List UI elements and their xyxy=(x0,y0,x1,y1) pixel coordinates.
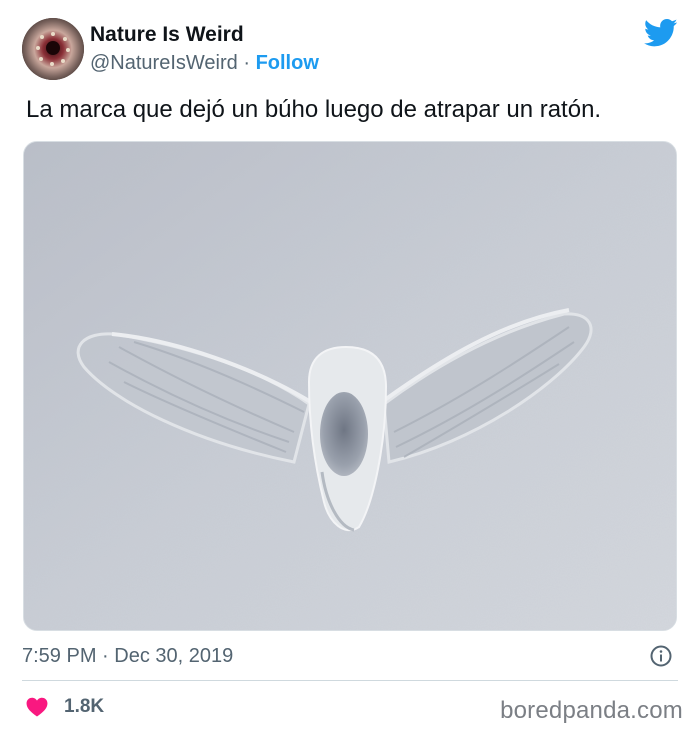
like-count: 1.8K xyxy=(64,696,105,717)
twitter-bird-icon[interactable] xyxy=(644,18,678,48)
divider xyxy=(22,680,678,681)
owl-wing-imprint-in-snow-photo-icon xyxy=(24,142,676,630)
info-icon[interactable] xyxy=(650,645,672,667)
like-action[interactable]: 1.8K xyxy=(26,695,104,719)
separator: · xyxy=(243,52,250,74)
tweet-header: Nature Is Weird @NatureIsWeird · Follow xyxy=(22,18,682,80)
avatar[interactable] xyxy=(22,18,84,80)
heart-icon[interactable] xyxy=(26,697,48,717)
handle-line: @NatureIsWeird · Follow xyxy=(90,48,319,78)
tweet-text: La marca que dejó un búho luego de atrap… xyxy=(26,96,602,123)
follow-button[interactable]: Follow xyxy=(256,52,319,74)
handle[interactable]: @NatureIsWeird xyxy=(90,52,238,74)
display-name[interactable]: Nature Is Weird xyxy=(90,22,319,48)
lamprey-mouth-avatar-icon xyxy=(22,18,84,80)
timestamp[interactable]: 7:59 PM · Dec 30, 2019 xyxy=(22,642,233,670)
watermark: boredpanda.com xyxy=(500,697,683,724)
author-block: Nature Is Weird @NatureIsWeird · Follow xyxy=(90,22,319,78)
tweet-media[interactable] xyxy=(23,141,677,631)
